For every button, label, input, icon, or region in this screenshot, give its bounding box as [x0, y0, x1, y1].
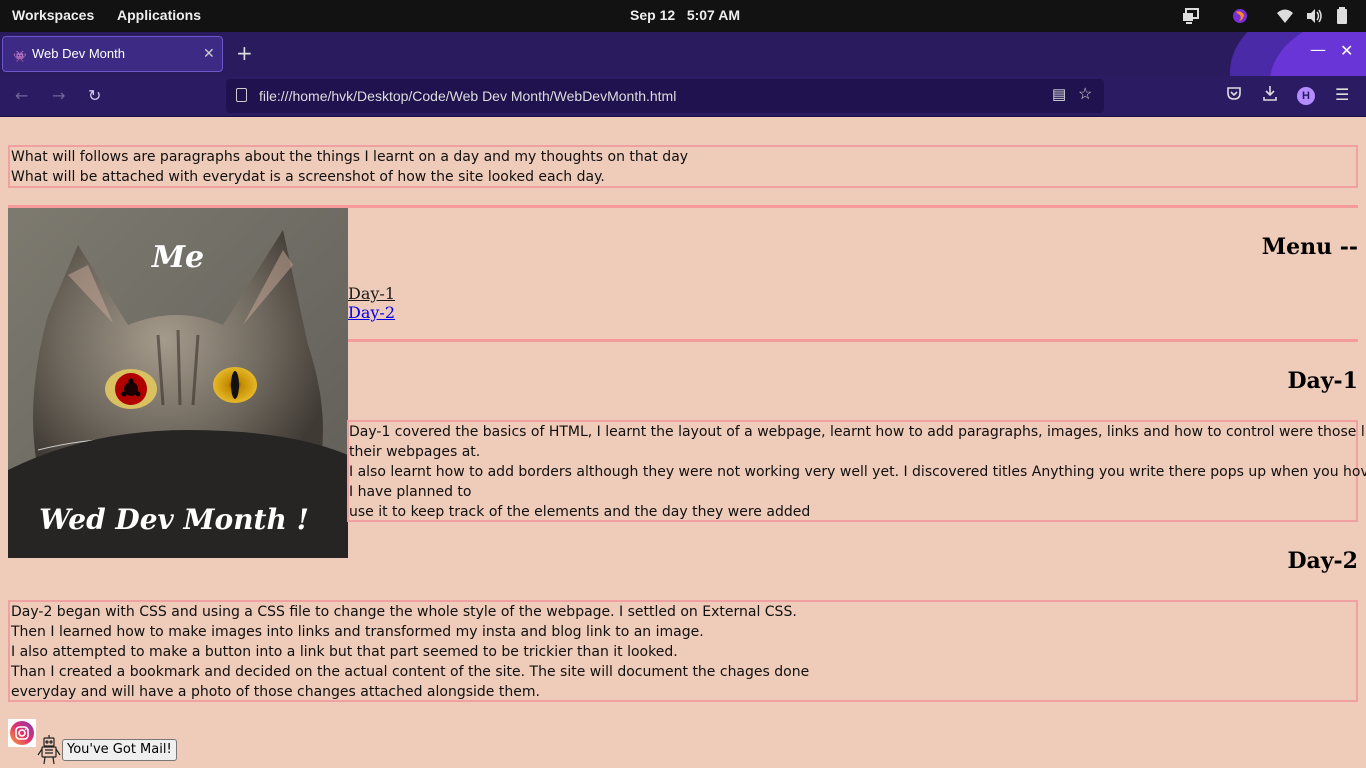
- tab-bar: 👾 Web Dev Month ✕ + — ✕: [0, 32, 1366, 76]
- day2-line: everyday and will have a photo of those …: [11, 684, 540, 700]
- url-bar[interactable]: file:///home/hvk/Desktop/Code/Web Dev Mo…: [226, 79, 1104, 113]
- menu-link-day-1[interactable]: Day-1: [348, 284, 395, 303]
- account-avatar[interactable]: H: [1297, 87, 1315, 105]
- clock-date: Sep 12: [630, 7, 676, 23]
- intro-line: What will follows are paragraphs about t…: [11, 149, 689, 165]
- day1-line: I also learnt how to add borders althoug…: [349, 464, 1366, 480]
- day1-line: I have planned to: [349, 484, 472, 500]
- menu-link-day-2[interactable]: Day-2: [348, 303, 395, 322]
- day1-heading: Day-1: [1287, 368, 1358, 394]
- clock[interactable]: Sep 12 5:07 AM: [630, 7, 740, 23]
- day2-line: Day-2 began with CSS and using a CSS fil…: [11, 604, 797, 620]
- tab-web-dev-month[interactable]: 👾 Web Dev Month ✕: [2, 36, 223, 72]
- day1-paragraph: Day-1 covered the basics of HTML, I lear…: [347, 420, 1366, 522]
- battery-icon[interactable]: [1334, 7, 1350, 25]
- firefox-icon[interactable]: [1231, 7, 1249, 25]
- hamburger-menu-icon[interactable]: ☰: [1335, 85, 1349, 104]
- blog-link-robot-icon[interactable]: [37, 735, 61, 765]
- day1-line: use it to keep track of the elements and…: [349, 504, 811, 520]
- reload-icon[interactable]: ↻: [88, 86, 101, 105]
- reader-view-icon[interactable]: ▤: [1052, 85, 1066, 103]
- intro-paragraph: What will follows are paragraphs about t…: [8, 145, 1358, 188]
- day1-line: Day-1 covered the basics of HTML, I lear…: [349, 424, 1366, 440]
- back-arrow-icon[interactable]: ←: [15, 86, 28, 105]
- tab-favicon-icon: 👾: [13, 51, 27, 63]
- divider: [348, 339, 1358, 342]
- workspaces-menu[interactable]: Workspaces: [12, 7, 94, 23]
- day2-line: Than I created a bookmark and decided on…: [11, 664, 810, 680]
- hero-top-caption: Me: [151, 240, 204, 275]
- day2-paragraph: Day-2 began with CSS and using a CSS fil…: [8, 600, 1358, 702]
- window-close-icon[interactable]: ✕: [1340, 41, 1353, 60]
- tab-close-icon[interactable]: ✕: [203, 45, 215, 62]
- hero-bottom-caption: Wed Dev Month !: [39, 503, 309, 536]
- wifi-icon[interactable]: [1276, 7, 1294, 25]
- forward-arrow-icon[interactable]: →: [52, 86, 65, 105]
- pocket-icon[interactable]: [1226, 85, 1242, 101]
- instagram-link-icon[interactable]: [8, 719, 36, 747]
- hero-cat-image: Me Wed Dev Month !: [8, 205, 348, 558]
- display-icon[interactable]: [1182, 7, 1200, 25]
- day2-line: Then I learned how to make images into l…: [11, 624, 704, 640]
- intro-line: What will be attached with everydat is a…: [11, 169, 605, 185]
- menu-heading: Menu --: [1261, 234, 1358, 260]
- page-viewport: What will follows are paragraphs about t…: [0, 117, 1366, 768]
- system-top-bar: Workspaces Applications Sep 12 5:07 AM: [0, 0, 1366, 32]
- url-text[interactable]: file:///home/hvk/Desktop/Code/Web Dev Mo…: [259, 88, 676, 104]
- minimize-icon[interactable]: —: [1310, 40, 1326, 59]
- applications-menu[interactable]: Applications: [117, 7, 201, 23]
- page-icon: [236, 88, 247, 102]
- day2-line: I also attempted to make a button into a…: [11, 644, 678, 660]
- day2-heading: Day-2: [1287, 548, 1358, 574]
- new-tab-icon[interactable]: +: [236, 41, 253, 65]
- volume-icon[interactable]: [1305, 7, 1323, 25]
- youve-got-mail-button[interactable]: You've Got Mail!: [62, 739, 177, 761]
- clock-time: 5:07 AM: [686, 7, 740, 23]
- downloads-icon[interactable]: [1262, 85, 1278, 101]
- day1-line: their webpages at.: [349, 444, 481, 460]
- bookmark-star-icon[interactable]: ☆: [1078, 84, 1092, 104]
- divider: [8, 205, 1358, 208]
- navigation-toolbar: ← → ↻ file:///home/hvk/Desktop/Code/Web …: [0, 76, 1366, 117]
- tab-title: Web Dev Month: [32, 46, 125, 61]
